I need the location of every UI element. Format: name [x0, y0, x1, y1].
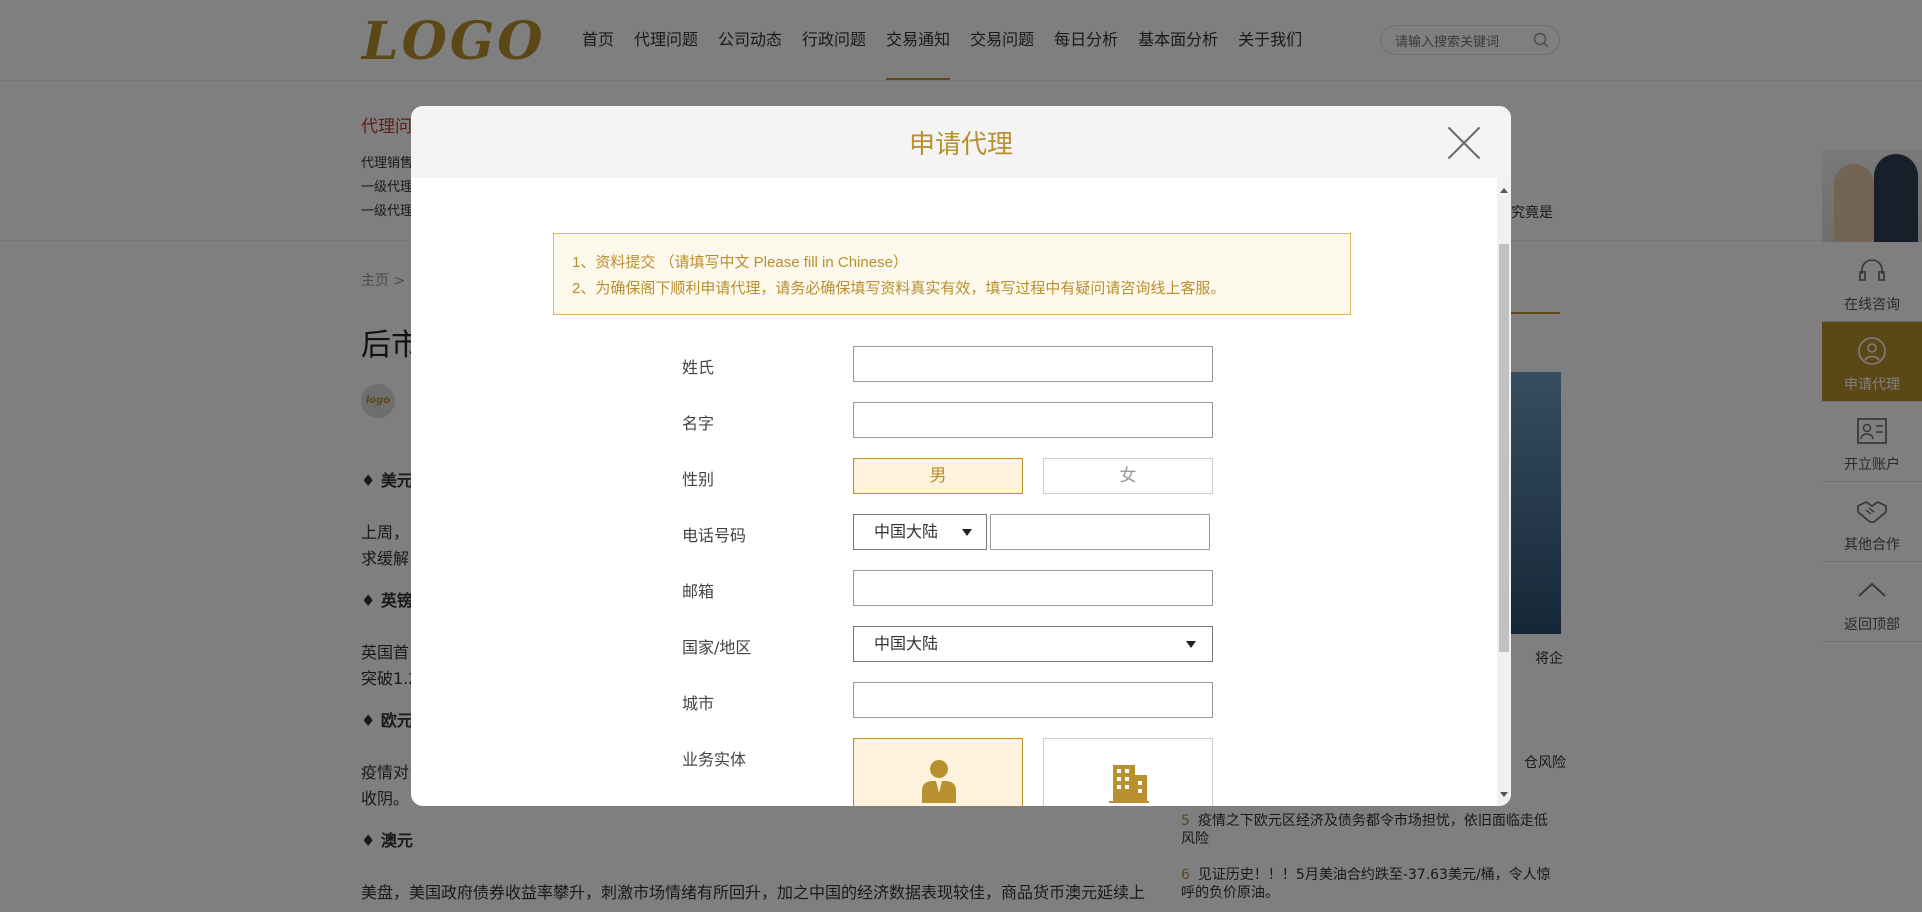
apply-agent-dialog: 申请代理 1、资料提交 （请填写中文 Please fill in Chines…	[411, 106, 1511, 806]
notice-line: 2、为确保阁下顺利申请代理，请务必确保填写资料真实有效，填写过程中有疑问请咨询线…	[572, 280, 1226, 297]
scroll-thumb[interactable]	[1499, 244, 1509, 652]
dialog-body: 1、资料提交 （请填写中文 Please fill in Chinese） 2、…	[411, 178, 1497, 806]
entity-label: 业务实体	[682, 750, 747, 769]
entity-company-button[interactable]	[1043, 738, 1213, 806]
city-input[interactable]	[853, 682, 1213, 718]
form-row-surname: 姓氏	[682, 346, 1282, 384]
scroll-up-arrow-icon[interactable]	[1500, 188, 1508, 193]
notice-box: 1、资料提交 （请填写中文 Please fill in Chinese） 2、…	[553, 233, 1351, 315]
scroll-down-arrow-icon[interactable]	[1500, 792, 1508, 797]
building-icon	[1109, 765, 1149, 803]
surname-label: 姓氏	[682, 358, 715, 377]
country-value: 中国大陆	[874, 634, 939, 653]
city-label: 城市	[682, 694, 715, 713]
phone-region-value: 中国大陆	[874, 522, 939, 541]
form-row-given-name: 名字	[682, 402, 1282, 440]
form-row-country: 国家/地区 中国大陆	[682, 626, 1282, 664]
gender-female-button[interactable]: 女	[1043, 458, 1213, 494]
form-row-city: 城市	[682, 682, 1282, 720]
gender-male-button[interactable]: 男	[853, 458, 1023, 494]
chevron-down-icon	[1186, 641, 1196, 648]
phone-label: 电话号码	[682, 526, 747, 545]
dialog-scrollbar[interactable]	[1497, 178, 1511, 806]
surname-input[interactable]	[853, 346, 1213, 382]
close-icon[interactable]	[1447, 126, 1481, 160]
dialog-header: 申请代理	[411, 106, 1511, 178]
dialog-title: 申请代理	[908, 130, 1013, 160]
gender-label: 性别	[682, 470, 715, 489]
country-label: 国家/地区	[682, 638, 752, 657]
given-name-label: 名字	[682, 414, 715, 433]
form-row-entity: 业务实体	[682, 738, 1282, 806]
phone-region-select[interactable]: 中国大陆	[853, 514, 987, 550]
given-name-input[interactable]	[853, 402, 1213, 438]
person-icon	[922, 760, 956, 803]
country-select[interactable]: 中国大陆	[853, 626, 1213, 662]
form-row-phone: 电话号码 中国大陆	[682, 514, 1282, 552]
chevron-down-icon	[962, 529, 972, 536]
phone-number-input[interactable]	[990, 514, 1210, 550]
entity-individual-button[interactable]	[853, 738, 1023, 806]
form-row-email: 邮箱	[682, 570, 1282, 608]
form-row-gender: 性别 男 女	[682, 458, 1282, 496]
email-input[interactable]	[853, 570, 1213, 606]
notice-line: 1、资料提交 （请填写中文 Please fill in Chinese）	[572, 254, 908, 271]
email-label: 邮箱	[682, 582, 715, 601]
